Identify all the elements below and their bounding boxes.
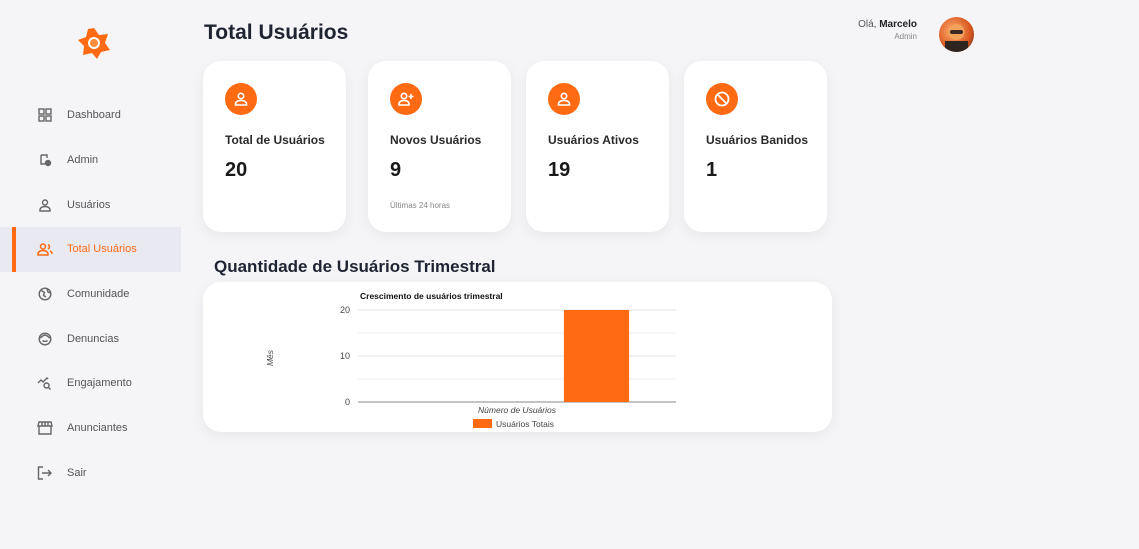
stat-card: Usuários Banidos 1	[684, 61, 827, 232]
chart-title: Crescimento de usuários trimestral	[360, 291, 503, 301]
logo[interactable]	[77, 27, 111, 59]
sidebar-item-dashboard[interactable]: Dashboard	[0, 93, 181, 138]
sidebar-item-label: Anunciantes	[67, 422, 128, 435]
users-icon	[37, 241, 53, 257]
bar	[563, 310, 630, 402]
sidebar-item-label: Comunidade	[67, 288, 130, 301]
sidebar: Dashboard Admin Usuários Total Usuários Comu…	[0, 0, 181, 549]
sidebar-item-denuncias[interactable]: Denuncias	[0, 316, 181, 361]
sidebar-item-engajamento[interactable]: Engajamento	[0, 361, 181, 406]
face-icon	[37, 331, 53, 347]
sidebar-nav: Dashboard Admin Usuários Total Usuários Comu…	[0, 93, 181, 495]
shield-user-icon	[37, 152, 53, 168]
user-plus-icon	[390, 83, 422, 115]
legend-swatch	[473, 419, 492, 428]
sidebar-item-usuarios[interactable]: Usuários	[0, 182, 181, 227]
stat-label: Novos Usuários	[390, 133, 482, 147]
sidebar-item-admin[interactable]: Admin	[0, 138, 181, 183]
user-icon	[37, 197, 53, 213]
greeting-text: Olá,	[858, 19, 877, 30]
stat-value: 1	[706, 159, 718, 181]
stat-card: Total de Usuários 20	[203, 61, 346, 232]
sidebar-item-sair[interactable]: Sair	[0, 451, 181, 496]
logout-icon	[37, 465, 53, 481]
y-tick-label: 0	[345, 397, 350, 407]
stat-value: 20	[225, 159, 248, 181]
y-axis-label: Mês	[265, 349, 275, 366]
user-icon	[548, 83, 580, 115]
x-axis-label: Número de Usuários	[478, 405, 557, 415]
sidebar-item-label: Sair	[67, 466, 87, 479]
section-title: Quantidade de Usuários Trimestral	[214, 257, 496, 276]
store-icon	[37, 420, 53, 436]
stat-card: Novos Usuários 9 Últimas 24 horas	[368, 61, 511, 232]
user-greeting: Olá, Marcelo Admin	[858, 19, 917, 41]
legend-label: Usuários Totais	[496, 419, 554, 429]
sidebar-item-label: Engajamento	[67, 377, 132, 390]
stat-card: Usuários Ativos 19	[526, 61, 669, 232]
sidebar-item-comunidade[interactable]: Comunidade	[0, 272, 181, 317]
sidebar-item-label: Usuários	[67, 198, 111, 211]
stat-label: Usuários Ativos	[548, 133, 639, 147]
page-title: Total Usuários	[204, 21, 349, 44]
user-name: Marcelo	[879, 19, 917, 30]
sidebar-item-anunciantes[interactable]: Anunciantes	[0, 406, 181, 451]
ban-icon	[706, 83, 738, 115]
globe-icon	[37, 286, 53, 302]
stat-note: Últimas 24 horas	[390, 201, 451, 210]
sidebar-item-label: Dashboard	[67, 109, 121, 122]
stat-value: 9	[390, 159, 402, 181]
chart-card: Crescimento de usuários trimestral 0 10 20 N…	[203, 282, 832, 432]
sidebar-item-label: Total Usuários	[67, 243, 137, 256]
chart-search-icon	[37, 375, 53, 391]
y-tick-label: 10	[340, 351, 350, 361]
sidebar-item-label: Denuncias	[67, 332, 119, 345]
user-icon	[225, 83, 257, 115]
y-tick-label: 20	[340, 305, 350, 315]
user-role: Admin	[894, 32, 917, 41]
bar-chart: Crescimento de usuários trimestral 0 10 20 N…	[265, 291, 676, 429]
stat-value: 19	[548, 159, 571, 181]
avatar[interactable]	[939, 17, 974, 52]
sidebar-item-label: Admin	[67, 154, 99, 167]
grid-icon	[37, 107, 53, 123]
sidebar-item-total-usuarios[interactable]: Total Usuários	[0, 227, 181, 272]
stat-label: Total de Usuários	[225, 133, 325, 147]
stat-label: Usuários Banidos	[706, 133, 809, 147]
